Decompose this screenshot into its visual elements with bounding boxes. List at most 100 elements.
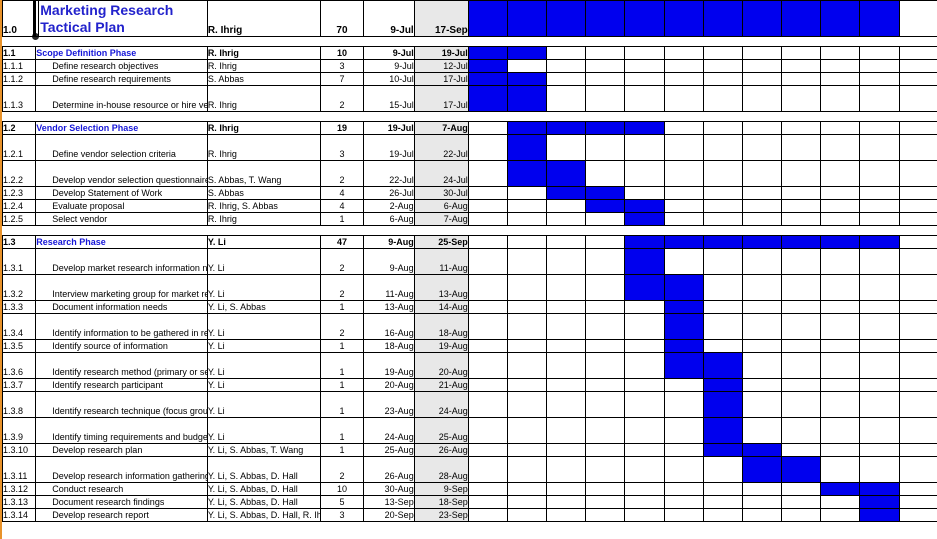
task-name-cell[interactable]: Develop research information gathering t… [35,456,208,483]
duration-cell[interactable]: 1 [320,391,364,418]
gantt-bar-cell[interactable] [506,121,548,135]
gantt-empty-cell[interactable] [546,339,587,353]
gantt-empty-cell[interactable] [741,482,783,496]
gantt-bar-cell[interactable] [506,46,548,60]
gantt-bar-cell[interactable] [702,235,743,249]
gantt-empty-cell[interactable] [702,199,743,213]
duration-cell[interactable]: 1 [320,300,364,314]
gantt-empty-cell[interactable] [585,378,626,392]
gantt-empty-cell[interactable] [859,339,900,353]
gantt-empty-cell[interactable] [820,121,861,135]
gantt-empty-cell[interactable] [741,352,783,379]
gantt-empty-cell[interactable] [741,339,783,353]
gantt-empty-cell[interactable] [506,274,548,301]
gantt-empty-cell[interactable] [467,274,508,301]
end-date-cell[interactable]: 21-Aug [413,378,469,392]
gantt-empty-cell[interactable] [741,46,783,60]
gantt-empty-cell[interactable] [741,186,783,200]
gantt-empty-cell[interactable] [898,0,937,37]
end-date-cell[interactable]: 24-Jul [413,160,469,187]
gantt-empty-cell[interactable] [741,199,783,213]
end-date-cell[interactable]: 17-Jul [413,85,469,112]
gantt-bar-cell[interactable] [663,235,704,249]
gantt-empty-cell[interactable] [546,212,587,226]
gantt-empty-cell[interactable] [467,134,508,161]
gantt-empty-cell[interactable] [781,300,822,314]
phase-summary-row[interactable]: 1.3 Research Phase Y. Li 47 9-Aug 25-Sep [1,235,937,249]
gantt-bar-cell[interactable] [506,85,548,112]
gantt-empty-cell[interactable] [663,508,704,522]
gantt-bar-cell[interactable] [624,274,665,301]
end-date-cell[interactable]: 18-Sep [413,495,469,509]
gantt-empty-cell[interactable] [741,300,783,314]
resource-cell[interactable]: Y. Li [206,391,322,418]
gantt-empty-cell[interactable] [859,186,900,200]
task-name-cell[interactable]: Interview marketing group for market res… [35,274,208,301]
gantt-empty-cell[interactable] [820,456,861,483]
task-name-cell[interactable]: Identify research method (primary or sec… [35,352,208,379]
table-row[interactable]: 1.3.7 Identify research participant Y. Li 1… [1,378,937,392]
wbs-number-cell[interactable]: 1.3.7 [1,378,37,392]
gantt-empty-cell[interactable] [781,212,822,226]
end-date-cell[interactable]: 14-Aug [413,300,469,314]
gantt-empty-cell[interactable] [898,300,937,314]
gantt-empty-cell[interactable] [781,378,822,392]
resource-cell[interactable]: Y. Li [206,274,322,301]
gantt-bar-cell[interactable] [663,352,704,379]
gantt-empty-cell[interactable] [781,186,822,200]
table-row[interactable]: 1.3.8 Identify research technique (focus … [1,391,937,418]
start-date-cell[interactable]: 9-Aug [362,235,415,249]
gantt-empty-cell[interactable] [467,417,508,444]
gantt-empty-cell[interactable] [702,482,743,496]
end-date-cell[interactable]: 25-Sep [413,235,469,249]
gantt-empty-cell[interactable] [859,212,900,226]
gantt-empty-cell[interactable] [781,313,822,340]
gantt-empty-cell[interactable] [898,378,937,392]
gantt-bar-cell[interactable] [624,235,665,249]
gantt-empty-cell[interactable] [467,339,508,353]
resource-cell[interactable]: S. Abbas [206,72,322,86]
gantt-empty-cell[interactable] [781,482,822,496]
gantt-empty-cell[interactable] [506,235,548,249]
gantt-empty-cell[interactable] [859,352,900,379]
gantt-empty-cell[interactable] [859,391,900,418]
wbs-number-cell[interactable]: 1.1 [1,46,37,60]
gantt-empty-cell[interactable] [506,212,548,226]
start-date-cell[interactable]: 2-Aug [362,199,415,213]
gantt-empty-cell[interactable] [702,72,743,86]
start-date-cell[interactable]: 9-Jul [362,0,415,37]
gantt-empty-cell[interactable] [859,85,900,112]
wbs-number-cell[interactable]: 1.3.11 [1,456,37,483]
gantt-empty-cell[interactable] [624,300,665,314]
gantt-empty-cell[interactable] [663,495,704,509]
gantt-empty-cell[interactable] [506,59,548,73]
gantt-empty-cell[interactable] [898,85,937,112]
duration-cell[interactable]: 3 [320,59,364,73]
gantt-empty-cell[interactable] [585,443,626,457]
gantt-empty-cell[interactable] [702,46,743,60]
gantt-empty-cell[interactable] [702,85,743,112]
gantt-empty-cell[interactable] [467,300,508,314]
gantt-empty-cell[interactable] [859,248,900,275]
wbs-number-cell[interactable]: 1.3.6 [1,352,37,379]
wbs-number-cell[interactable]: 1.3 [1,235,37,249]
gantt-empty-cell[interactable] [741,160,783,187]
gantt-empty-cell[interactable] [898,417,937,444]
duration-cell[interactable]: 1 [320,352,364,379]
resource-cell[interactable]: Y. Li [206,378,322,392]
gantt-empty-cell[interactable] [859,274,900,301]
gantt-bar-cell[interactable] [702,417,743,444]
gantt-empty-cell[interactable] [546,199,587,213]
gantt-empty-cell[interactable] [781,274,822,301]
gantt-empty-cell[interactable] [663,59,704,73]
task-name-cell[interactable]: Evaluate proposal [35,199,208,213]
wbs-number-cell[interactable]: 1.3.2 [1,274,37,301]
gantt-bar-cell[interactable] [741,456,783,483]
gantt-empty-cell[interactable] [898,59,937,73]
task-name-cell[interactable]: Develop market research information need… [35,248,208,275]
gantt-empty-cell[interactable] [702,274,743,301]
task-name-cell[interactable]: Marketing Research Tactical Plan [35,0,208,37]
table-row[interactable]: 1.3.12 Conduct research Y. Li, S. Abbas, D… [1,482,937,496]
gantt-empty-cell[interactable] [585,482,626,496]
gantt-empty-cell[interactable] [624,134,665,161]
